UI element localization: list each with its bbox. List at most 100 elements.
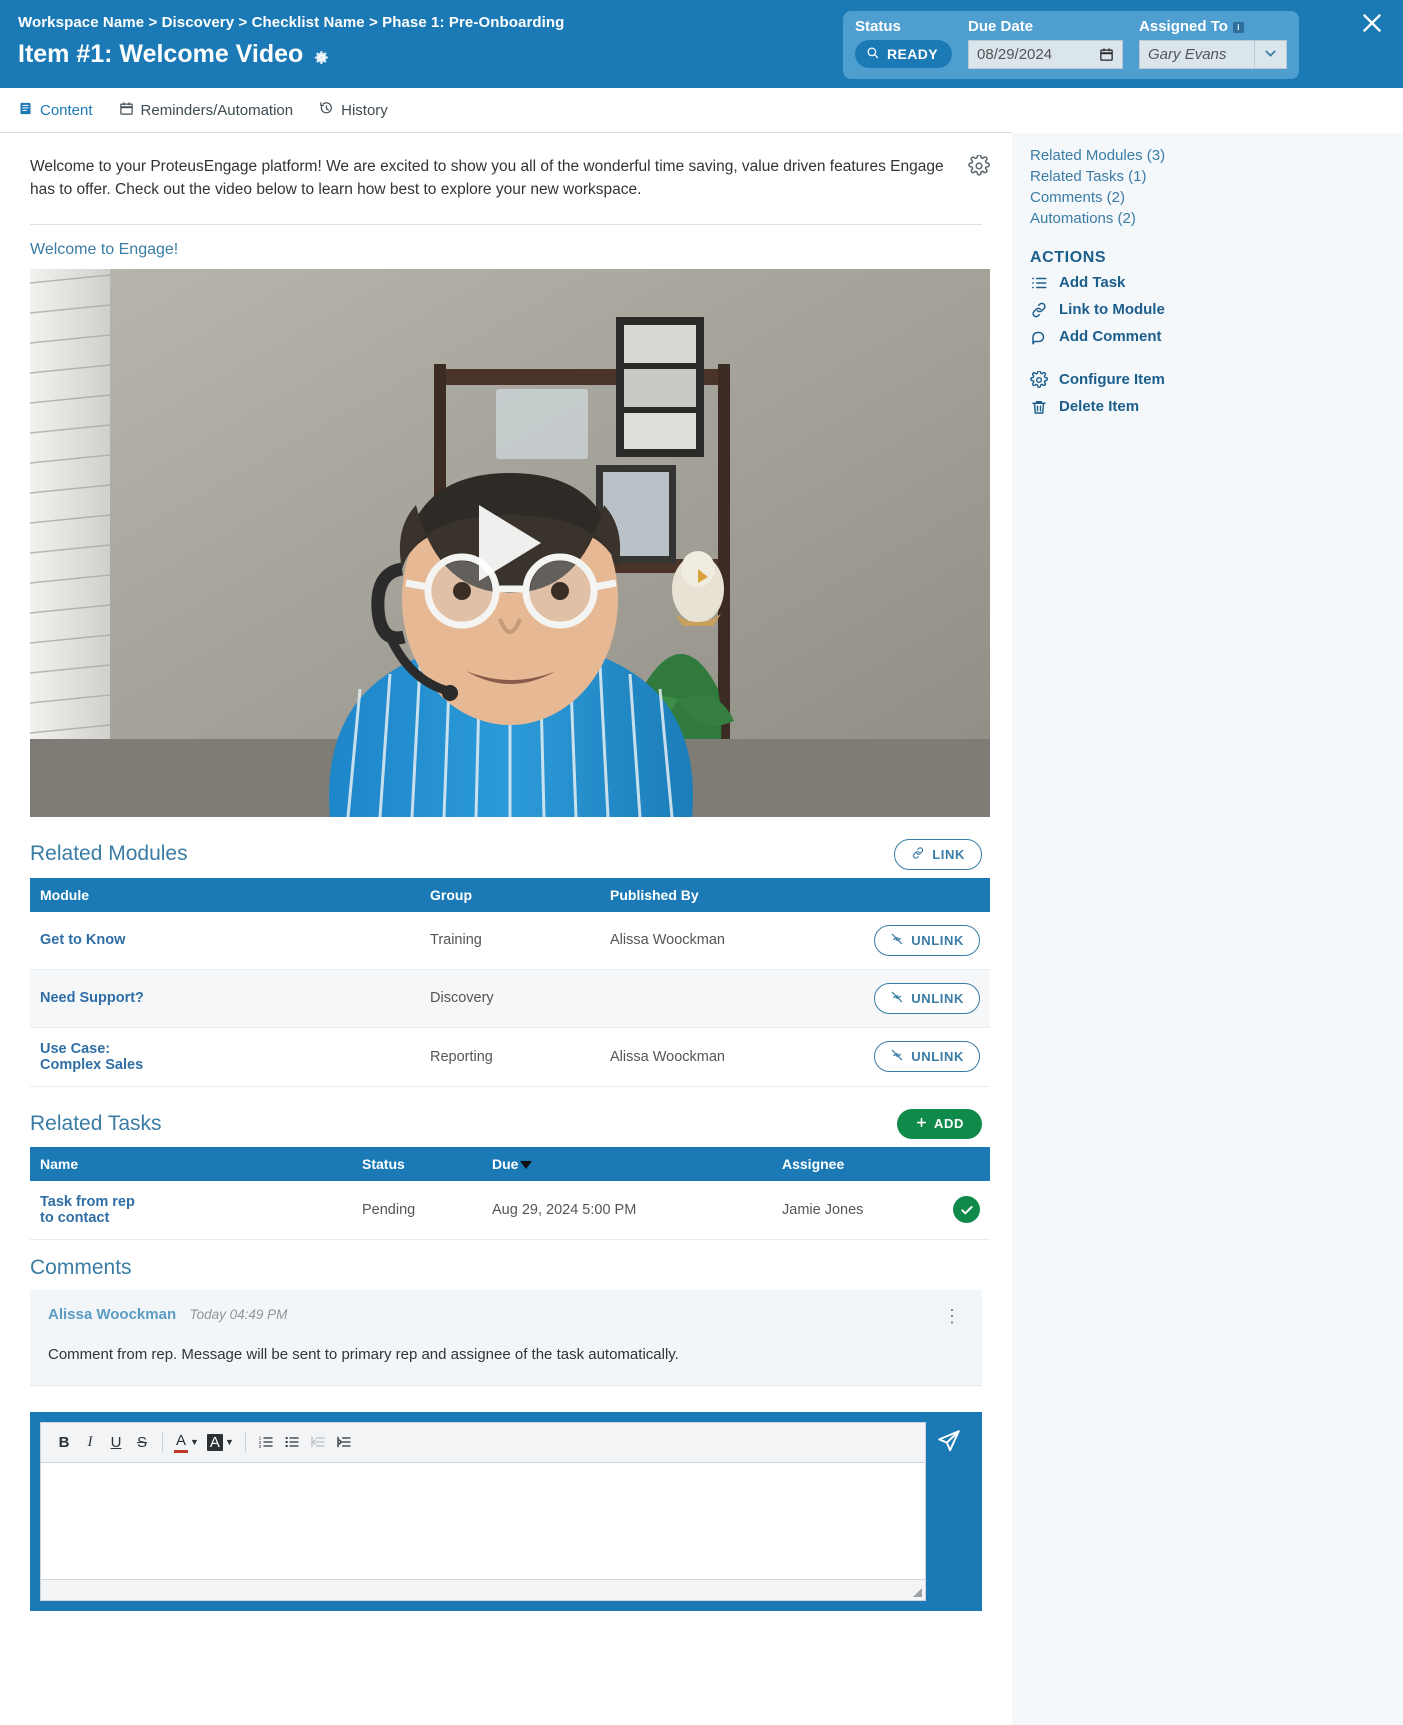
title-gear-icon[interactable] — [312, 45, 331, 65]
sidebar-action-delete-item[interactable]: Delete Item — [1030, 397, 1403, 416]
tab-history-label: History — [341, 101, 388, 119]
status-badge[interactable]: READY — [855, 40, 953, 68]
comment-timestamp: Today 04:49 PM — [189, 1306, 288, 1322]
highlight-color-button[interactable]: A ▼ — [203, 1429, 238, 1455]
link-module-button[interactable]: LINK — [894, 838, 982, 870]
bold-button[interactable]: B — [51, 1429, 77, 1455]
due-date-value: 08/29/2024 — [977, 46, 1053, 63]
sidebar-link-related-modules[interactable]: Related Modules (3) — [1030, 147, 1403, 164]
unlink-button[interactable]: UNLINK — [874, 982, 980, 1014]
page-title-text: Item #1: Welcome Video — [18, 40, 304, 68]
module-group-cell: Training — [420, 911, 600, 970]
outdent-button[interactable] — [305, 1429, 331, 1455]
unlink-button-label: UNLINK — [911, 932, 964, 948]
module-link[interactable]: Use Case: Complex Sales — [40, 1041, 143, 1073]
task-complete-cell — [922, 1180, 990, 1240]
text-color-button[interactable]: A ▼ — [170, 1429, 203, 1455]
module-published-by-cell — [600, 969, 830, 1028]
comment-author[interactable]: Alissa Woockman — [48, 1306, 176, 1323]
task-link[interactable]: Task from rep to contact — [40, 1194, 135, 1226]
bullet-list-button[interactable] — [279, 1429, 305, 1455]
content-settings-gear-icon[interactable] — [968, 154, 990, 177]
unlink-button-label: UNLINK — [911, 1049, 964, 1064]
sidebar-action-add-task[interactable]: Add Task — [1030, 273, 1403, 292]
assigned-to-field: Assigned To i Gary Evans — [1139, 18, 1288, 69]
resize-handle[interactable] — [913, 1587, 922, 1597]
assigned-to-select[interactable]: Gary Evans — [1139, 40, 1288, 69]
sort-descending-caret-icon[interactable] — [520, 1160, 533, 1169]
sidebar-action-link-to-module[interactable]: Link to Module — [1030, 300, 1403, 319]
status-field: Status READY — [855, 18, 953, 68]
sidebar-action-configure-item[interactable]: Configure Item — [1030, 370, 1403, 389]
kebab-menu-icon[interactable]: ⋮ — [943, 1306, 962, 1327]
tab-reminders-automation[interactable]: Reminders/Automation — [119, 101, 293, 120]
page-header: Workspace Name > Discovery > Checklist N… — [0, 0, 1403, 88]
comment-textarea[interactable] — [40, 1461, 926, 1580]
ready-icon — [865, 45, 880, 63]
module-published-by-cell: Alissa Woockman — [600, 911, 830, 970]
sidebar-link-comments[interactable]: Comments (2) — [1030, 189, 1403, 206]
sidebar-link-related-tasks[interactable]: Related Tasks (1) — [1030, 168, 1403, 185]
col-status: Status — [352, 1146, 482, 1181]
tab-history[interactable]: History — [319, 101, 388, 120]
due-date-input[interactable]: 08/29/2024 — [968, 40, 1124, 69]
module-link[interactable]: Get to Know — [40, 932, 125, 948]
link-icon — [1030, 300, 1049, 319]
sidebar-action-add-comment-label: Add Comment — [1059, 328, 1162, 345]
chevron-down-icon[interactable] — [1254, 41, 1286, 68]
col-module: Module — [30, 877, 420, 912]
module-link[interactable]: Need Support? — [40, 990, 144, 1006]
unlink-button[interactable]: UNLINK — [874, 1041, 980, 1072]
related-modules-table: Module Group Published By Get to Know Tr… — [30, 877, 990, 1087]
comment-editor-inner: B I U S A ▼ A ▼ 1 2 3 — [40, 1421, 926, 1601]
module-group-cell: Reporting — [420, 1027, 600, 1087]
col-actions — [830, 877, 990, 912]
description-row: Welcome to your ProteusEngage platform! … — [0, 133, 1012, 202]
chevron-down-icon[interactable]: ▼ — [190, 1437, 199, 1447]
italic-button[interactable]: I — [77, 1429, 103, 1455]
send-comment-button[interactable] — [926, 1422, 972, 1454]
chevron-down-icon[interactable]: ▼ — [225, 1437, 234, 1447]
col-due[interactable]: Due — [482, 1146, 772, 1181]
info-icon[interactable]: i — [1232, 21, 1244, 33]
send-icon — [938, 1429, 960, 1451]
comment-body: Comment from rep. Message will be sent t… — [48, 1345, 679, 1363]
add-task-button-label: ADD — [934, 1116, 964, 1131]
list-icon — [1030, 273, 1049, 292]
sidebar-action-add-comment[interactable]: Add Comment — [1030, 327, 1403, 346]
sidebar-link-automations[interactable]: Automations (2) — [1030, 210, 1403, 227]
related-modules-title: Related Modules — [30, 842, 188, 865]
item-description: Welcome to your ProteusEngage platform! … — [30, 158, 944, 199]
strikethrough-button[interactable]: S — [129, 1429, 155, 1455]
video-player[interactable] — [30, 268, 990, 817]
page-body: Welcome to your ProteusEngage platform! … — [0, 133, 1403, 1725]
due-date-field: Due Date 08/29/2024 — [968, 18, 1124, 69]
tab-bar: Content Reminders/Automation History — [0, 88, 1012, 133]
unlink-button[interactable]: UNLINK — [874, 924, 980, 956]
table-row: Task from rep to contact Pending Aug 29,… — [30, 1180, 990, 1240]
col-name: Name — [30, 1146, 352, 1181]
module-actions-cell: UNLINK — [830, 1027, 990, 1087]
table-header-row: Module Group Published By — [30, 877, 990, 912]
task-name-cell: Task from rep to contact — [30, 1180, 352, 1240]
indent-button[interactable] — [331, 1429, 357, 1455]
task-status-cell: Pending — [352, 1180, 482, 1240]
related-tasks-table: Name Status Due Assignee Task from rep t… — [30, 1146, 990, 1240]
text-color-letter: A — [175, 1431, 186, 1449]
status-label: Status — [855, 18, 901, 35]
sidebar-action-link-to-module-label: Link to Module — [1059, 301, 1165, 318]
underline-button[interactable]: U — [103, 1429, 129, 1455]
close-icon[interactable] — [1359, 10, 1385, 36]
unlink-button-label: UNLINK — [911, 990, 964, 1006]
calendar-icon[interactable] — [1099, 47, 1114, 62]
play-icon[interactable] — [479, 504, 541, 581]
due-date-label: Due Date — [968, 18, 1034, 35]
check-circle-icon[interactable] — [953, 1196, 980, 1223]
numbered-list-button[interactable]: 123 — [253, 1429, 279, 1455]
tab-content[interactable]: Content — [18, 101, 93, 120]
table-row: Get to Know Training Alissa Woockman UNL… — [30, 911, 990, 970]
col-task-actions — [922, 1146, 990, 1181]
video-title[interactable]: Welcome to Engage! — [0, 225, 1012, 269]
add-task-button[interactable]: ADD — [897, 1108, 982, 1139]
task-due-cell: Aug 29, 2024 5:00 PM — [482, 1180, 772, 1240]
